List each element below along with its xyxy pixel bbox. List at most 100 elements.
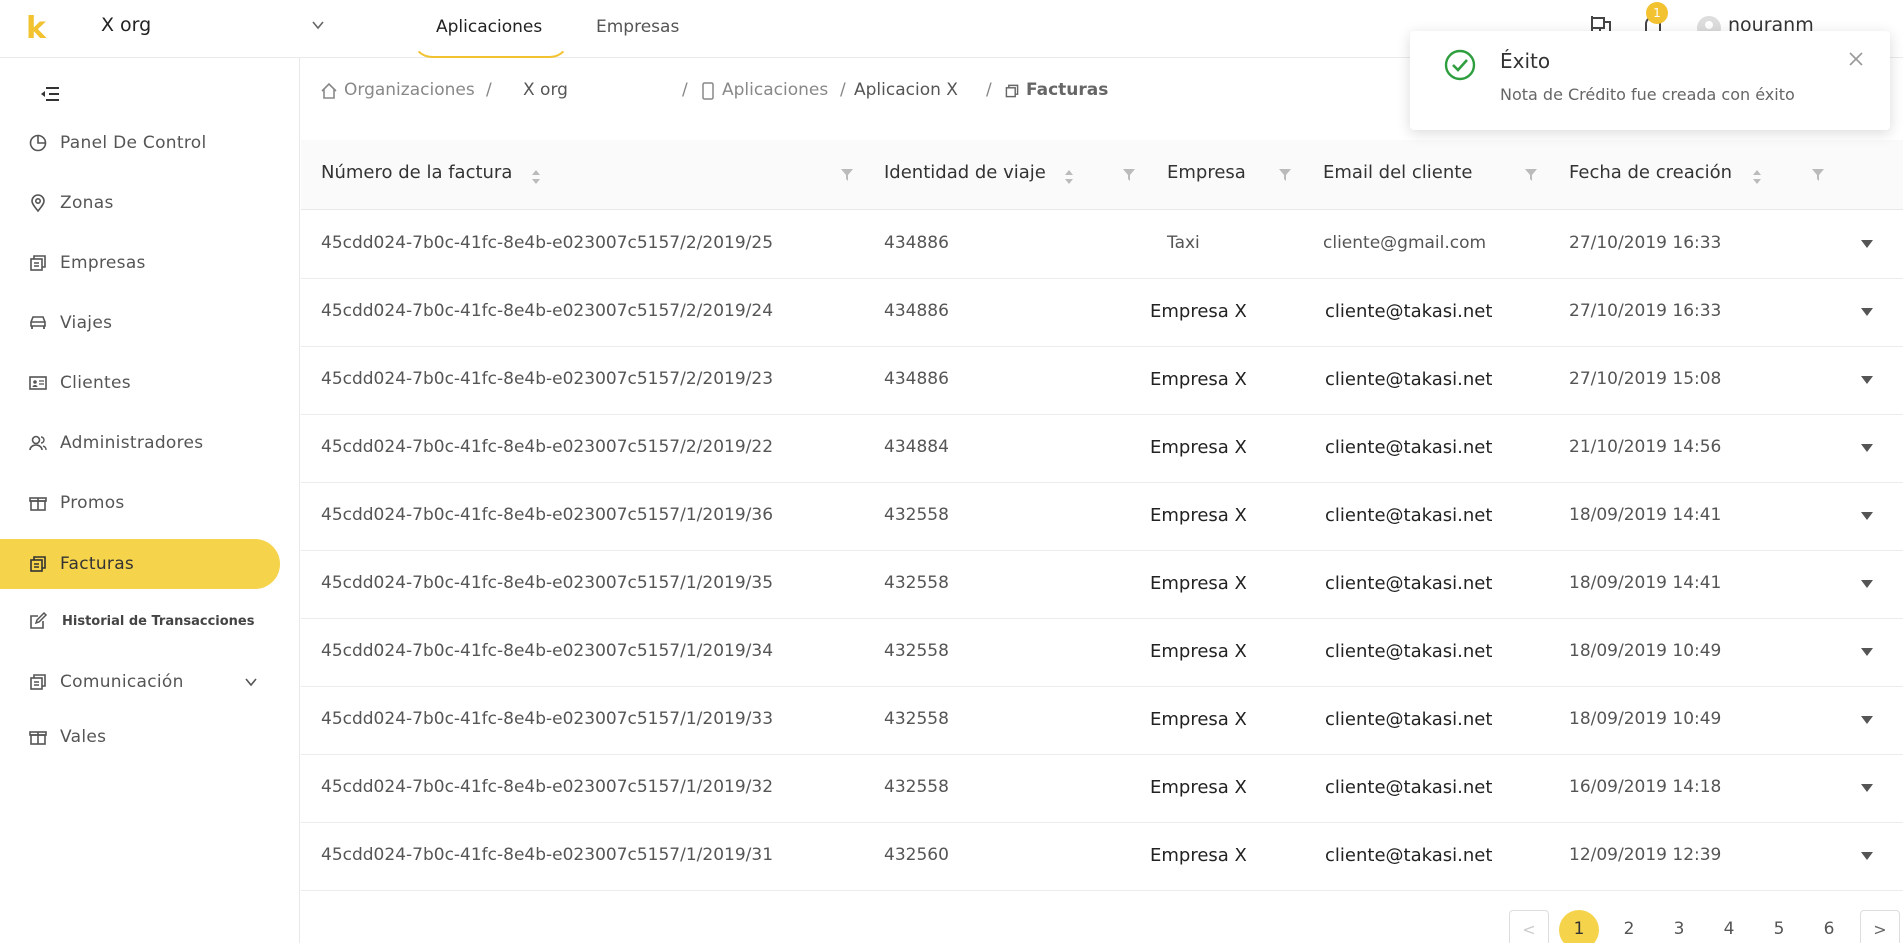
cell-invoice: 45cdd024-7b0c-41fc-8e4b-e023007c5157/1/2…	[321, 845, 774, 865]
filter-icon[interactable]	[1278, 168, 1292, 182]
table-row[interactable]: 45cdd024-7b0c-41fc-8e4b-e023007c5157/1/2…	[301, 619, 1903, 687]
breadcrumb-org[interactable]: X org	[523, 80, 568, 100]
cell-company: Empresa X	[1150, 777, 1247, 798]
pagination-page[interactable]: 5	[1759, 910, 1799, 943]
expand-row-icon[interactable]	[1860, 375, 1874, 385]
home-icon[interactable]	[320, 82, 338, 100]
breadcrumb-aplicaciones[interactable]: Aplicaciones	[722, 80, 828, 100]
breadcrumb-separator: /	[682, 80, 688, 100]
cell-invoice: 45cdd024-7b0c-41fc-8e4b-e023007c5157/1/2…	[321, 641, 774, 661]
breadcrumb-app[interactable]: Aplicacion X	[854, 80, 958, 100]
tab-empresas[interactable]: Empresas	[596, 0, 679, 58]
sidebar-item-label: Clientes	[60, 373, 131, 393]
column-header-company[interactable]: Empresa	[1167, 162, 1246, 183]
table-row[interactable]: 45cdd024-7b0c-41fc-8e4b-e023007c5157/2/2…	[301, 415, 1903, 483]
sidebar-item-panel-de-control[interactable]: Panel De Control	[0, 118, 280, 168]
menu-collapse-icon[interactable]	[40, 86, 60, 102]
chevron-down-icon[interactable]	[244, 675, 258, 689]
cell-invoice: 45cdd024-7b0c-41fc-8e4b-e023007c5157/2/2…	[321, 233, 774, 253]
filter-icon[interactable]	[840, 168, 854, 182]
column-header-date[interactable]: Fecha de creación	[1569, 162, 1732, 183]
table-row[interactable]: 45cdd024-7b0c-41fc-8e4b-e023007c5157/1/2…	[301, 823, 1903, 891]
org-selector[interactable]: X org	[101, 14, 151, 36]
communication-icon	[30, 674, 46, 690]
sidebar-item-label: Vales	[60, 727, 107, 747]
cell-date: 27/10/2019 16:33	[1569, 233, 1722, 253]
cell-date: 18/09/2019 10:49	[1569, 709, 1722, 729]
mobile-icon	[702, 82, 714, 100]
chevron-down-icon[interactable]	[311, 18, 325, 32]
breadcrumb-separator: /	[840, 80, 846, 100]
table-row[interactable]: 45cdd024-7b0c-41fc-8e4b-e023007c5157/2/2…	[301, 211, 1903, 279]
cell-date: 18/09/2019 14:41	[1569, 505, 1722, 525]
sidebar-item-promos[interactable]: Promos	[0, 478, 280, 528]
cell-company: Empresa X	[1150, 437, 1247, 458]
column-header-email[interactable]: Email del cliente	[1323, 162, 1472, 183]
cell-email: cliente@takasi.net	[1325, 437, 1493, 458]
column-header-invoice[interactable]: Número de la factura	[321, 162, 512, 183]
sort-icon[interactable]	[531, 168, 541, 186]
sidebar-item-empresas[interactable]: Empresas	[0, 238, 280, 288]
pagination-page[interactable]: 4	[1709, 910, 1749, 943]
table-row[interactable]: 45cdd024-7b0c-41fc-8e4b-e023007c5157/2/2…	[301, 279, 1903, 347]
sidebar-item-zonas[interactable]: Zonas	[0, 178, 280, 228]
table-row[interactable]: 45cdd024-7b0c-41fc-8e4b-e023007c5157/1/2…	[301, 755, 1903, 823]
pagination-page[interactable]: 3	[1659, 910, 1699, 943]
cell-date: 27/10/2019 16:33	[1569, 301, 1722, 321]
expand-row-icon[interactable]	[1860, 851, 1874, 861]
expand-row-icon[interactable]	[1860, 443, 1874, 453]
tab-aplicaciones[interactable]: Aplicaciones	[412, 0, 570, 58]
expand-row-icon[interactable]	[1860, 307, 1874, 317]
filter-icon[interactable]	[1122, 168, 1136, 182]
invoice-icon	[1005, 84, 1019, 98]
cell-invoice: 45cdd024-7b0c-41fc-8e4b-e023007c5157/1/2…	[321, 709, 774, 729]
sidebar: Panel De Control Zonas Empresas Viajes C…	[0, 58, 300, 943]
cell-trip: 432558	[884, 573, 949, 593]
sidebar-item-vales[interactable]: Vales	[0, 712, 280, 762]
cell-email: cliente@takasi.net	[1325, 641, 1493, 662]
toast-message: Nota de Crédito fue creada con éxito	[1500, 85, 1795, 104]
table-row[interactable]: 45cdd024-7b0c-41fc-8e4b-e023007c5157/1/2…	[301, 551, 1903, 619]
sidebar-item-label: Historial de Transacciones	[62, 613, 255, 629]
breadcrumb-separator: /	[986, 80, 992, 100]
sidebar-item-administradores[interactable]: Administradores	[0, 418, 280, 468]
table-row[interactable]: 45cdd024-7b0c-41fc-8e4b-e023007c5157/1/2…	[301, 483, 1903, 551]
pagination-page[interactable]: 1	[1559, 910, 1599, 943]
cell-invoice: 45cdd024-7b0c-41fc-8e4b-e023007c5157/2/2…	[321, 301, 774, 321]
expand-row-icon[interactable]	[1860, 715, 1874, 725]
table-row[interactable]: 45cdd024-7b0c-41fc-8e4b-e023007c5157/2/2…	[301, 347, 1903, 415]
cell-trip: 434886	[884, 369, 949, 389]
expand-row-icon[interactable]	[1860, 647, 1874, 657]
expand-row-icon[interactable]	[1860, 579, 1874, 589]
expand-row-icon[interactable]	[1860, 239, 1874, 249]
sidebar-item-viajes[interactable]: Viajes	[0, 298, 280, 348]
cell-trip: 434884	[884, 437, 949, 457]
cell-company: Empresa X	[1150, 845, 1247, 866]
users-icon	[29, 435, 47, 451]
breadcrumb-organizaciones[interactable]: Organizaciones	[344, 80, 475, 100]
table-row[interactable]: 45cdd024-7b0c-41fc-8e4b-e023007c5157/1/2…	[301, 687, 1903, 755]
cell-company: Empresa X	[1150, 369, 1247, 390]
app-logo[interactable]: k	[26, 14, 46, 44]
pagination-page[interactable]: 6	[1809, 910, 1849, 943]
column-header-trip[interactable]: Identidad de viaje	[884, 162, 1046, 183]
cell-trip: 432558	[884, 641, 949, 661]
cell-trip: 432558	[884, 505, 949, 525]
pagination-prev[interactable]: <	[1509, 910, 1549, 943]
filter-icon[interactable]	[1524, 168, 1538, 182]
sidebar-item-facturas[interactable]: Facturas	[0, 539, 280, 589]
sidebar-item-label: Facturas	[60, 554, 135, 574]
filter-icon[interactable]	[1811, 168, 1825, 182]
sort-icon[interactable]	[1752, 168, 1762, 186]
pagination-next[interactable]: >	[1860, 910, 1900, 943]
pagination-page[interactable]: 2	[1609, 910, 1649, 943]
sort-icon[interactable]	[1064, 168, 1074, 186]
expand-row-icon[interactable]	[1860, 783, 1874, 793]
close-icon[interactable]	[1848, 51, 1864, 67]
sidebar-item-historial[interactable]: Historial de Transacciones	[0, 596, 280, 646]
location-pin-icon	[31, 194, 45, 213]
invoice-icon	[30, 556, 46, 572]
sidebar-item-comunicacion[interactable]: Comunicación	[0, 657, 280, 707]
expand-row-icon[interactable]	[1860, 511, 1874, 521]
sidebar-item-clientes[interactable]: Clientes	[0, 358, 280, 408]
